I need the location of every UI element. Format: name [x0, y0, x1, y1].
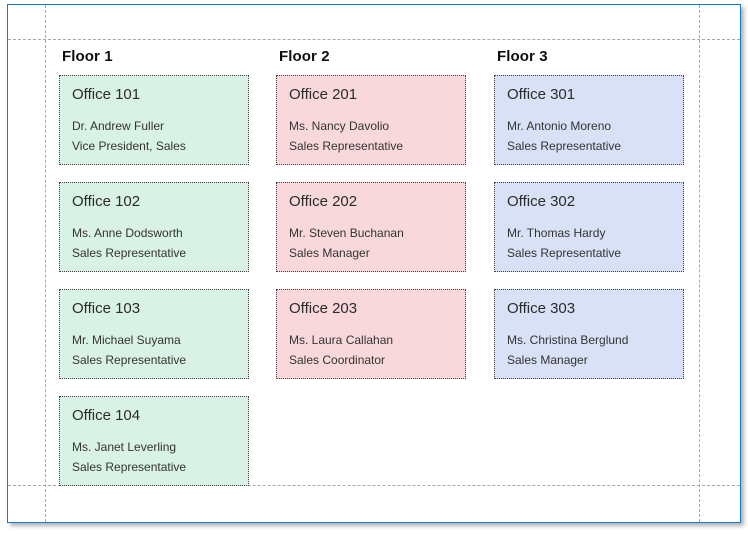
- report-page: Floor 1 Office 101 Dr. Andrew Fuller Vic…: [7, 4, 741, 523]
- employee-role: Sales Representative: [507, 243, 671, 263]
- employee-name: Mr. Michael Suyama: [72, 330, 236, 350]
- employee-name: Ms. Nancy Davolio: [289, 116, 453, 136]
- employee-role: Sales Manager: [507, 350, 671, 370]
- office-card: Office 102 Ms. Anne Dodsworth Sales Repr…: [59, 182, 249, 272]
- office-card: Office 104 Ms. Janet Leverling Sales Rep…: [59, 396, 249, 486]
- floor-header: Floor 2: [279, 48, 466, 65]
- employee-role: Sales Representative: [72, 350, 236, 370]
- office-card: Office 103 Mr. Michael Suyama Sales Repr…: [59, 289, 249, 379]
- office-card: Office 301 Mr. Antonio Moreno Sales Repr…: [494, 75, 684, 165]
- office-number: Office 101: [72, 85, 236, 105]
- floor-header: Floor 1: [62, 48, 249, 65]
- employee-role: Sales Representative: [289, 136, 453, 156]
- margin-guide-left: [45, 5, 46, 522]
- office-number: Office 203: [289, 299, 453, 319]
- employee-name: Mr. Thomas Hardy: [507, 223, 671, 243]
- employee-role: Sales Manager: [289, 243, 453, 263]
- office-card: Office 303 Ms. Christina Berglund Sales …: [494, 289, 684, 379]
- office-number: Office 103: [72, 299, 236, 319]
- employee-name: Mr. Antonio Moreno: [507, 116, 671, 136]
- office-card: Office 101 Dr. Andrew Fuller Vice Presid…: [59, 75, 249, 165]
- floor-header: Floor 3: [497, 48, 684, 65]
- office-number: Office 303: [507, 299, 671, 319]
- office-number: Office 102: [72, 192, 236, 212]
- office-number: Office 301: [507, 85, 671, 105]
- preview-viewport: Floor 1 Office 101 Dr. Andrew Fuller Vic…: [0, 0, 748, 534]
- employee-name: Ms. Anne Dodsworth: [72, 223, 236, 243]
- office-card: Office 203 Ms. Laura Callahan Sales Coor…: [276, 289, 466, 379]
- office-card: Office 202 Mr. Steven Buchanan Sales Man…: [276, 182, 466, 272]
- office-number: Office 104: [72, 406, 236, 426]
- office-card: Office 201 Ms. Nancy Davolio Sales Repre…: [276, 75, 466, 165]
- office-number: Office 202: [289, 192, 453, 212]
- employee-name: Ms. Christina Berglund: [507, 330, 671, 350]
- floor-column-2: Floor 2 Office 201 Ms. Nancy Davolio Sal…: [276, 48, 466, 396]
- office-card: Office 302 Mr. Thomas Hardy Sales Repres…: [494, 182, 684, 272]
- office-number: Office 201: [289, 85, 453, 105]
- employee-name: Ms. Janet Leverling: [72, 437, 236, 457]
- office-number: Office 302: [507, 192, 671, 212]
- employee-role: Vice President, Sales: [72, 136, 236, 156]
- employee-name: Ms. Laura Callahan: [289, 330, 453, 350]
- margin-guide-top: [8, 39, 740, 40]
- employee-role: Sales Coordinator: [289, 350, 453, 370]
- employee-role: Sales Representative: [72, 243, 236, 263]
- employee-name: Dr. Andrew Fuller: [72, 116, 236, 136]
- margin-guide-right: [699, 5, 700, 522]
- employee-role: Sales Representative: [507, 136, 671, 156]
- floor-column-1: Floor 1 Office 101 Dr. Andrew Fuller Vic…: [59, 48, 249, 503]
- employee-role: Sales Representative: [72, 457, 236, 477]
- employee-name: Mr. Steven Buchanan: [289, 223, 453, 243]
- floor-column-3: Floor 3 Office 301 Mr. Antonio Moreno Sa…: [494, 48, 684, 396]
